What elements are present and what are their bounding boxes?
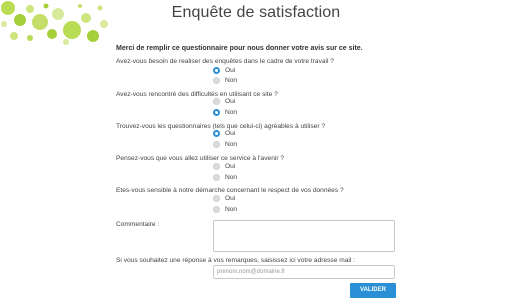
radio-button[interactable] <box>213 163 220 170</box>
question-4-text: Pensez-vous que vous allez utiliser ce s… <box>116 155 285 162</box>
question-1-text: Avez-vous besoin de realiser des enquête… <box>116 58 334 65</box>
option-label: Non <box>225 141 238 148</box>
question-1-option-oui[interactable]: Oui <box>213 66 235 75</box>
question-3-option-non[interactable]: Non <box>213 140 237 149</box>
validate-button[interactable]: VALIDER <box>350 283 396 298</box>
intro-text: Merci de remplir ce questionnaire pour n… <box>116 45 363 52</box>
question-5-option-oui[interactable]: Oui <box>213 194 235 203</box>
question-2-option-oui[interactable]: Oui <box>213 97 235 106</box>
header: Enquête de satisfaction <box>0 0 512 48</box>
page-title: Enquête de satisfaction <box>171 4 341 21</box>
radio-button[interactable] <box>213 174 220 181</box>
radio-button[interactable] <box>213 130 220 137</box>
question-4-option-non[interactable]: Non <box>213 173 237 182</box>
question-5-text: Etes-vous sensible à notre démarche conc… <box>116 187 344 194</box>
radio-button[interactable] <box>213 141 220 148</box>
comment-label: Commentaire : <box>116 221 160 228</box>
option-label: Oui <box>225 163 236 170</box>
email-field[interactable]: prenom.nom@domaine.fr <box>213 265 395 279</box>
option-label: Oui <box>225 98 236 105</box>
radio-button[interactable] <box>213 67 220 74</box>
option-label: Non <box>225 109 238 116</box>
option-label: Oui <box>225 195 236 202</box>
option-label: Oui <box>225 67 236 74</box>
email-placeholder: prenom.nom@domaine.fr <box>217 269 286 275</box>
question-5-option-non[interactable]: Non <box>213 205 237 214</box>
radio-button[interactable] <box>213 109 220 116</box>
question-2-option-non[interactable]: Non <box>213 108 237 117</box>
question-2-text: Avez-vous rencontré des difficultés en u… <box>116 91 278 98</box>
radio-button[interactable] <box>213 195 220 202</box>
option-label: Non <box>225 77 238 84</box>
option-label: Non <box>225 174 238 181</box>
email-label: Si vous souhaitez une réponse à vos rema… <box>116 257 355 264</box>
radio-button[interactable] <box>213 77 220 84</box>
radio-button[interactable] <box>213 98 220 105</box>
option-label: Oui <box>225 130 236 137</box>
comment-textarea[interactable] <box>213 220 395 252</box>
question-4-option-oui[interactable]: Oui <box>213 162 235 171</box>
radio-button[interactable] <box>213 206 220 213</box>
option-label: Non <box>225 206 238 213</box>
question-1-option-non[interactable]: Non <box>213 76 237 85</box>
question-3-option-oui[interactable]: Oui <box>213 129 235 138</box>
